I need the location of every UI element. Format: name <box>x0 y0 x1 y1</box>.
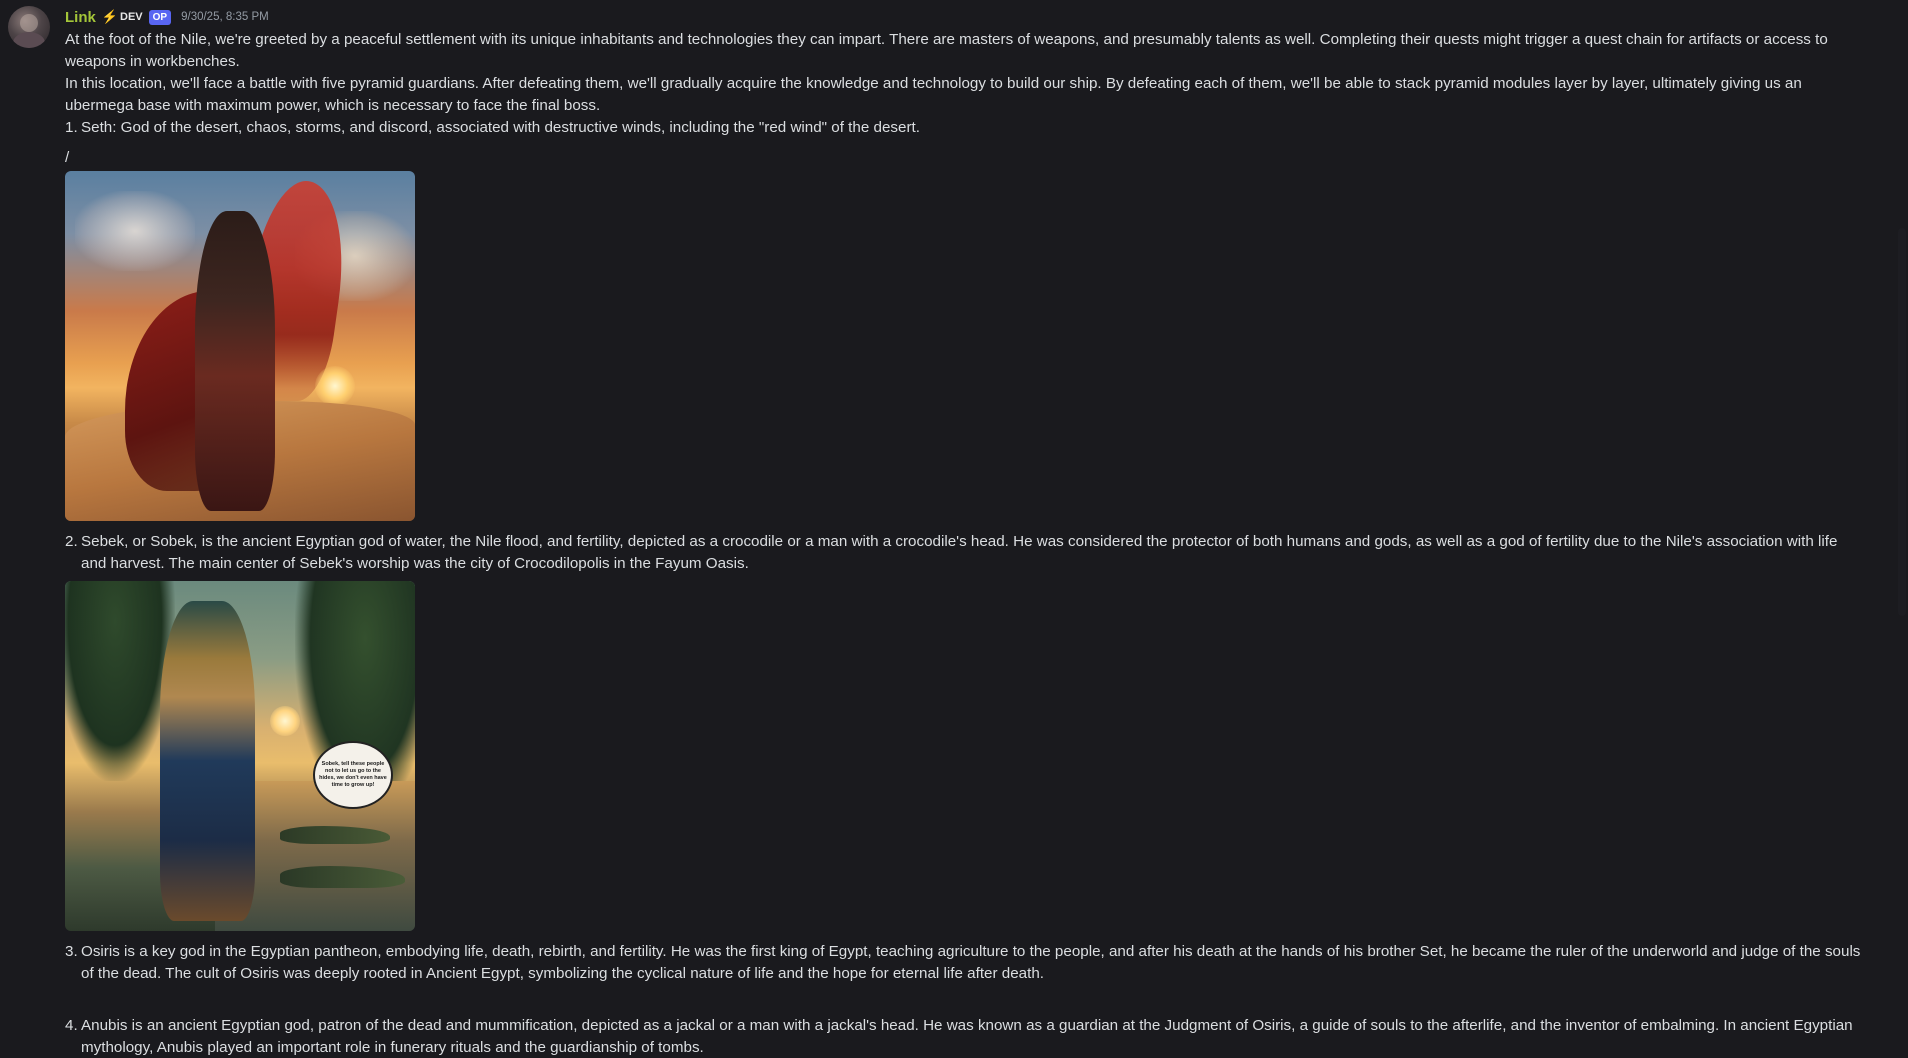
scrollbar[interactable] <box>1894 0 1908 1058</box>
list-item-seth: 1. Seth: God of the desert, chaos, storm… <box>65 117 1865 139</box>
list-text: Sebek, or Sobek, is the ancient Egyptian… <box>81 533 1838 572</box>
bolt-icon: ⚡ <box>101 9 119 24</box>
list-item-osiris: 3. Osiris is a key god in the Egyptian p… <box>65 941 1865 985</box>
chat-viewport: Link ⚡ DEV OP 9/30/25, 8:35 PM At the fo… <box>0 0 1908 1058</box>
intro-paragraph-1: At the foot of the Nile, we're greeted b… <box>65 31 1828 70</box>
list-number: 2. <box>65 533 78 550</box>
intro-paragraph-2: In this location, we'll face a battle wi… <box>65 75 1802 114</box>
avatar-body <box>13 32 45 48</box>
list-item-anubis: 4. Anubis is an ancient Egyptian god, pa… <box>65 1015 1865 1058</box>
role-tag-label: DEV <box>120 11 143 23</box>
list-number: 3. <box>65 943 78 960</box>
image-attachment-sobek[interactable]: Sobek, tell these people not to let us g… <box>65 581 415 931</box>
message-body: At the foot of the Nile, we're greeted b… <box>65 29 1865 1058</box>
list-text: Seth: God of the desert, chaos, storms, … <box>81 119 920 136</box>
avatar-face <box>20 14 38 32</box>
list-item-sobek: 2. Sebek, or Sobek, is the ancient Egypt… <box>65 531 1865 575</box>
author-name[interactable]: Link <box>65 9 96 26</box>
sobek-figure <box>160 601 255 921</box>
timestamp[interactable]: 9/30/25, 8:35 PM <box>181 11 269 23</box>
list-text: Osiris is a key god in the Egyptian pant… <box>81 943 1861 982</box>
avatar[interactable] <box>8 6 50 48</box>
role-tag[interactable]: ⚡ DEV <box>102 9 143 25</box>
scroll-thumb[interactable] <box>1898 228 1906 616</box>
slash-text: / <box>65 149 70 166</box>
palm-tree <box>65 581 175 781</box>
cloud-shape <box>75 191 195 271</box>
sun-shape <box>270 706 300 736</box>
op-badge: OP <box>148 9 172 25</box>
image-attachment-seth[interactable] <box>65 171 415 521</box>
list-text: Anubis is an ancient Egyptian god, patro… <box>81 1017 1853 1056</box>
sun-shape <box>315 366 355 406</box>
seth-figure <box>195 211 275 511</box>
message-header: Link ⚡ DEV OP 9/30/25, 8:35 PM <box>65 6 269 28</box>
list-number: 1. <box>65 119 78 136</box>
list-number: 4. <box>65 1017 78 1034</box>
crocodile <box>280 826 390 844</box>
speech-bubble: Sobek, tell these people not to let us g… <box>313 741 393 809</box>
